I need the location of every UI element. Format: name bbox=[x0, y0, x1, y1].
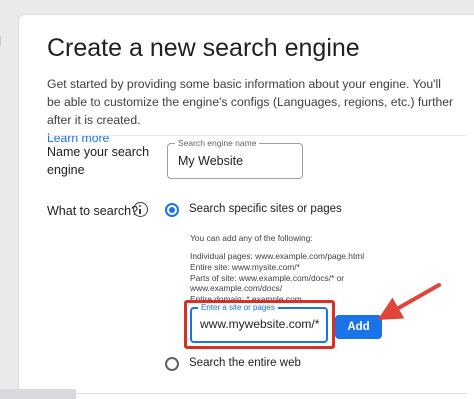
help-line-parts-of-site-cont: www.example.com/docs/ bbox=[190, 283, 283, 294]
search-engine-name-value[interactable]: My Website bbox=[178, 154, 243, 168]
info-icon[interactable] bbox=[133, 202, 148, 217]
status-url-strip bbox=[0, 389, 76, 399]
create-engine-card: Create a new search engine Get started b… bbox=[18, 14, 474, 399]
help-line-individual-pages: Individual pages: www.example.com/page.h… bbox=[190, 251, 365, 261]
intro-text: Get started by providing some basic info… bbox=[47, 75, 457, 147]
add-site-button[interactable]: Add bbox=[335, 315, 382, 339]
left-edge-mark bbox=[0, 36, 6, 46]
search-engine-name-field[interactable]: Search engine name My Website bbox=[167, 138, 303, 179]
bottom-divider bbox=[47, 393, 467, 394]
radio-search-entire-web[interactable] bbox=[165, 357, 179, 371]
site-help-list: Individual pages: www.example.com/page.h… bbox=[190, 251, 364, 305]
what-to-search-label: What to search? bbox=[47, 204, 139, 218]
search-engine-name-field-label: Search engine name bbox=[175, 138, 260, 148]
help-line-parts-of-site: Parts of site: www.example.com/docs/* or bbox=[190, 272, 345, 283]
page-title: Create a new search engine bbox=[47, 34, 360, 62]
help-line-entire-site: Entire site: www.mysite.com/* bbox=[190, 261, 300, 272]
intro-description: Get started by providing some basic info… bbox=[47, 77, 454, 127]
site-or-pages-input[interactable] bbox=[200, 317, 322, 331]
site-help-intro: You can add any of the following: bbox=[190, 233, 313, 243]
option-search-entire-web-label[interactable]: Search the entire web bbox=[189, 357, 301, 369]
site-or-pages-field[interactable]: Enter a site or pages bbox=[190, 303, 328, 343]
site-or-pages-field-label: Enter a site or pages bbox=[198, 303, 278, 313]
name-section-label: Name your search engine bbox=[47, 145, 150, 177]
page-background-top bbox=[18, 0, 474, 14]
option-search-specific-sites-label[interactable]: Search specific sites or pages bbox=[189, 203, 342, 215]
section-divider bbox=[47, 135, 467, 136]
page-background-left bbox=[0, 0, 18, 399]
radio-search-specific-sites[interactable] bbox=[165, 203, 179, 217]
